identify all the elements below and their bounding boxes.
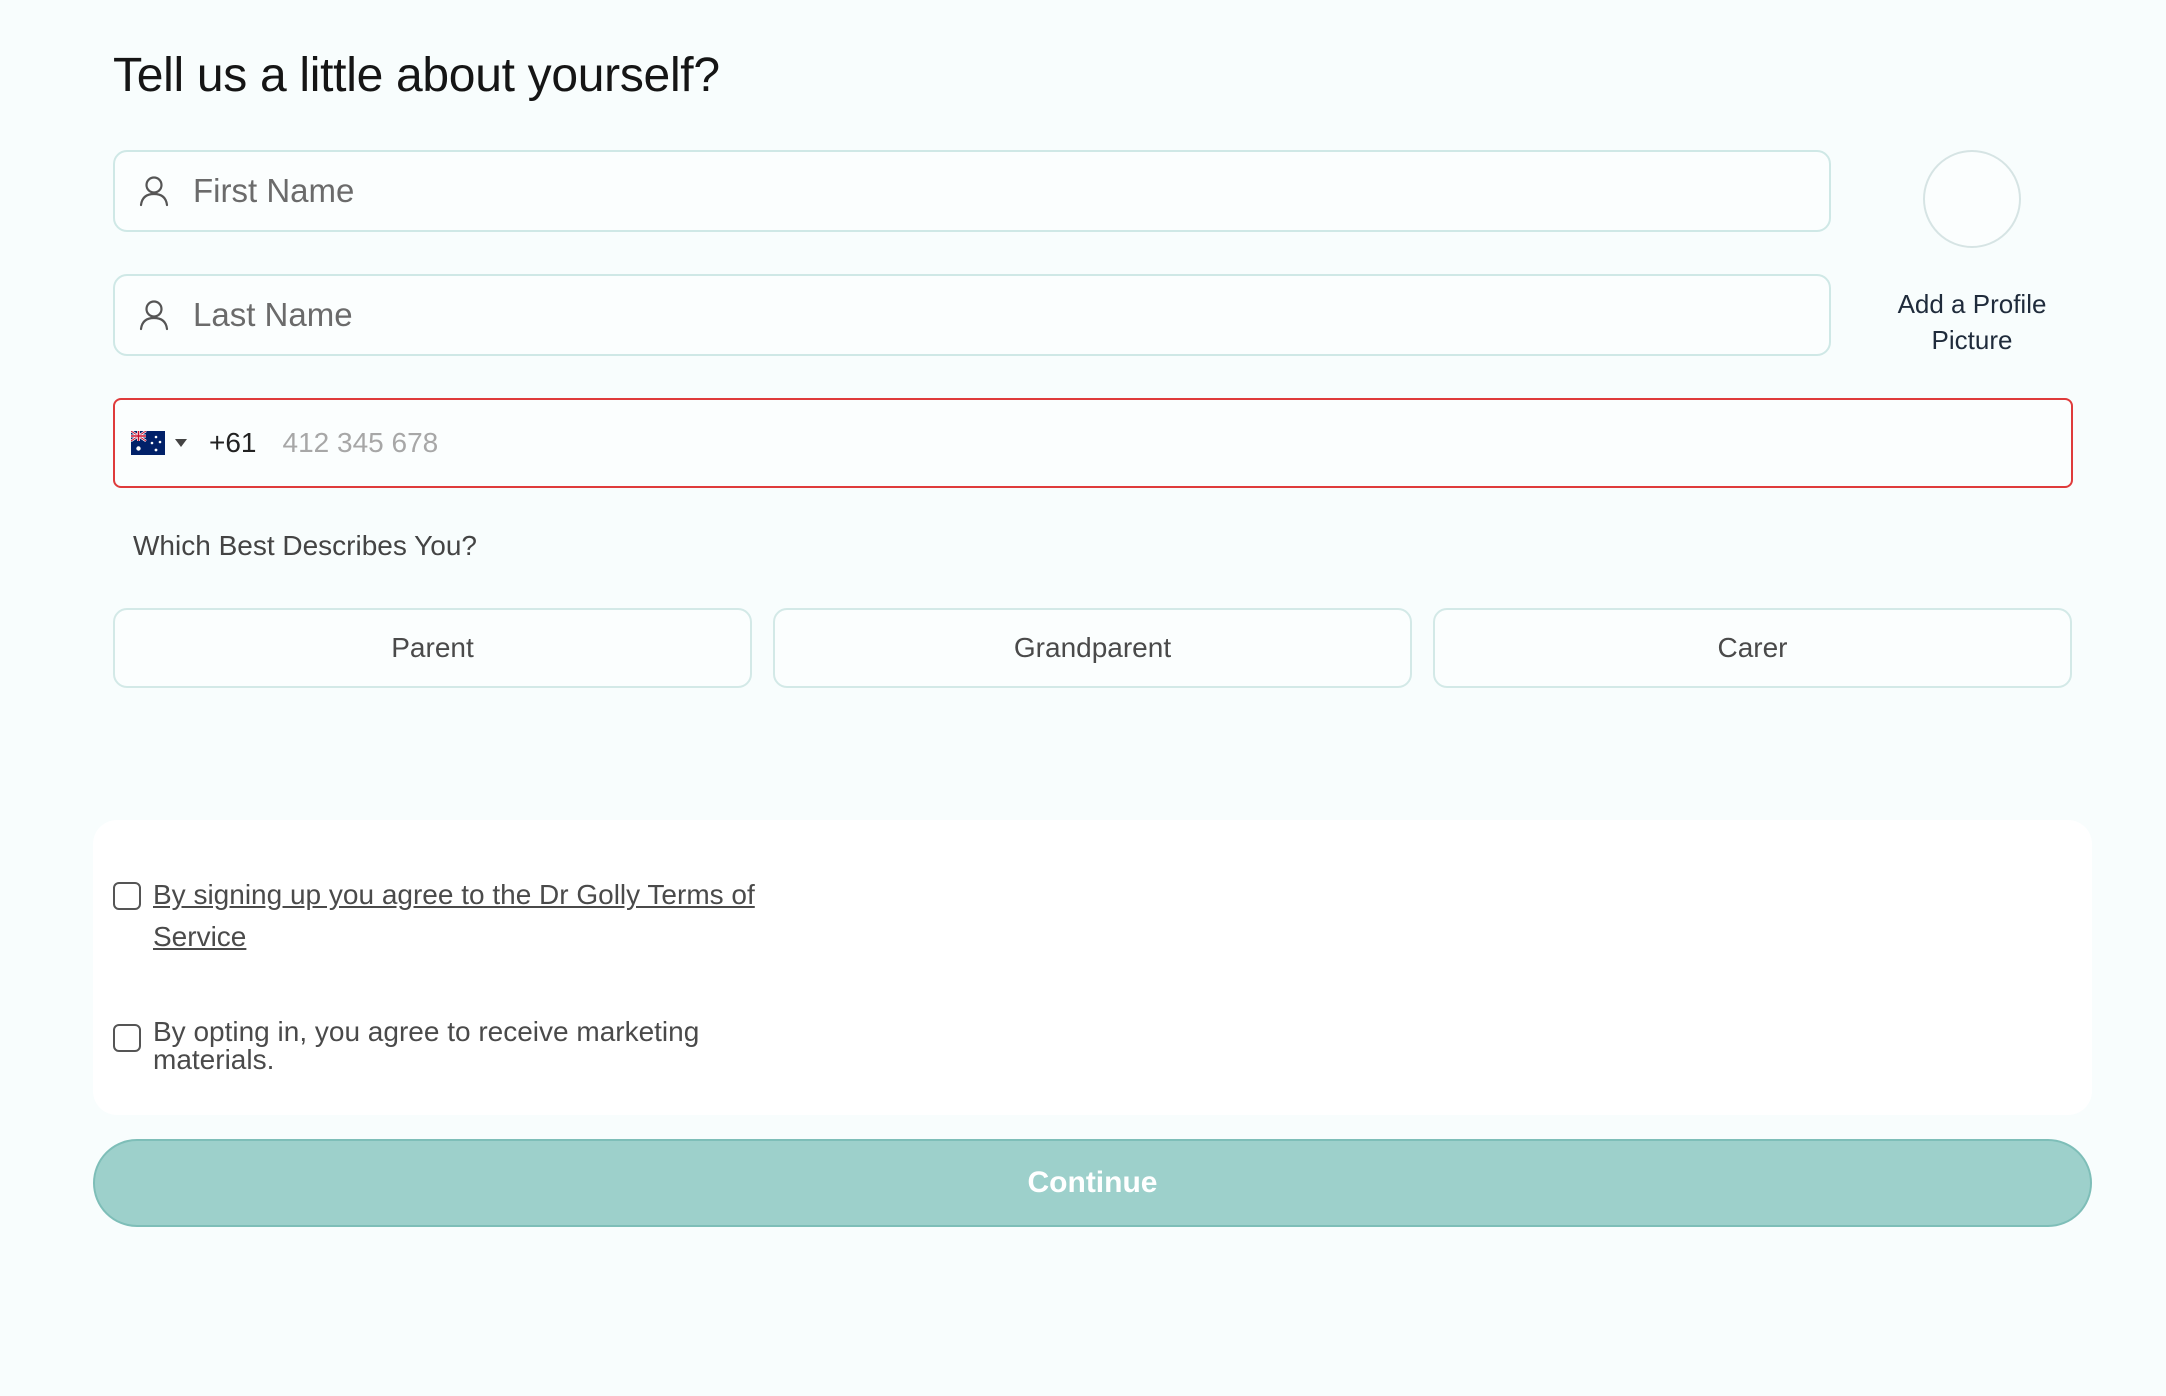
terms-link[interactable]: By signing up you agree to the Dr Golly … <box>153 874 803 958</box>
profile-picture-picker[interactable]: Add a Profile Picture <box>1870 150 2074 358</box>
last-name-field[interactable] <box>113 274 1831 356</box>
user-icon <box>137 174 171 208</box>
consent-card: By signing up you agree to the Dr Golly … <box>93 820 2092 1115</box>
terms-checkbox[interactable] <box>113 882 141 910</box>
terms-consent-row: By signing up you agree to the Dr Golly … <box>113 879 803 958</box>
option-carer-button[interactable]: Carer <box>1433 608 2072 688</box>
country-selector[interactable] <box>115 431 187 455</box>
add-profile-picture-label[interactable]: Add a Profile Picture <box>1870 286 2074 358</box>
phone-input[interactable] <box>280 426 1885 460</box>
page-title: Tell us a little about yourself? <box>113 49 720 102</box>
last-name-input[interactable] <box>191 295 1695 335</box>
user-icon <box>137 298 171 332</box>
option-grandparent-button[interactable]: Grandparent <box>773 608 1412 688</box>
chevron-down-icon[interactable] <box>175 439 187 447</box>
first-name-input[interactable] <box>191 171 1695 211</box>
marketing-checkbox[interactable] <box>113 1024 141 1052</box>
marketing-consent-row: By opting in, you agree to receive marke… <box>113 1016 803 1075</box>
describe-question: Which Best Describes You? <box>133 530 477 561</box>
marketing-consent-label: By opting in, you agree to receive marke… <box>153 1016 700 1075</box>
avatar[interactable] <box>1923 150 2021 248</box>
dial-code: +61 <box>209 427 257 458</box>
first-name-field[interactable] <box>113 150 1831 232</box>
option-parent-button[interactable]: Parent <box>113 608 752 688</box>
australia-flag-icon <box>131 431 165 455</box>
continue-button[interactable]: Continue <box>93 1139 2092 1227</box>
phone-field[interactable]: +61 <box>113 398 2073 488</box>
